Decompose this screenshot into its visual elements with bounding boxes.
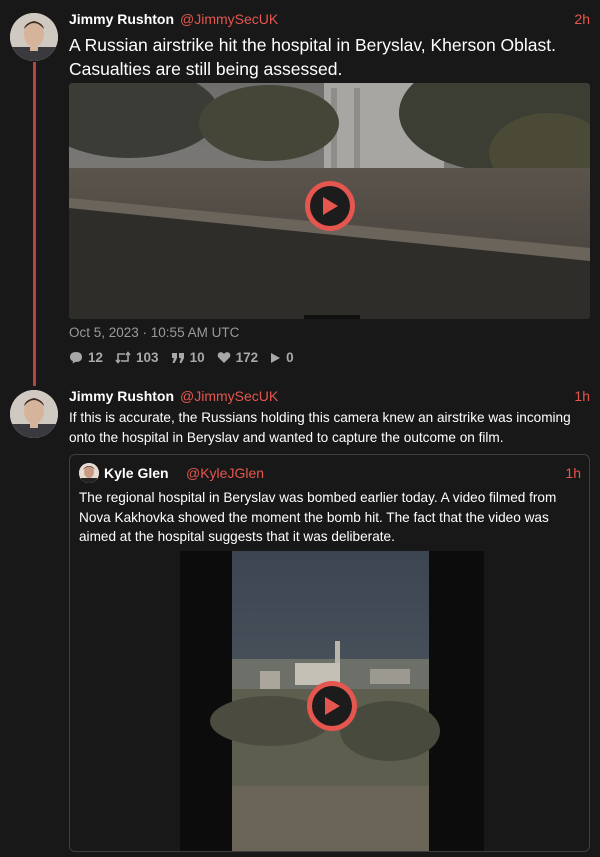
quoted-tweet[interactable]: Kyle Glen @KyleJGlen 1h The regional hos… — [69, 454, 590, 852]
quote-text: The regional hospital in Beryslav was bo… — [79, 490, 557, 544]
like-icon — [217, 351, 231, 364]
play-icon — [323, 197, 338, 215]
tweet-date[interactable]: Oct 5, 2023 · 10:55 AM UTC — [69, 325, 239, 340]
quote-video-player[interactable] — [180, 551, 484, 851]
quote-icon — [171, 352, 185, 364]
tweet-time[interactable]: 2h — [574, 11, 590, 27]
tweet-text: A Russian airstrike hit the hospital in … — [69, 35, 556, 79]
tweet-time[interactable]: 1h — [574, 388, 590, 404]
video-player[interactable] — [69, 83, 590, 319]
retweet-count: 103 — [136, 350, 159, 365]
reply-icon — [69, 351, 83, 364]
tweet-text: If this is accurate, the Russians holdin… — [69, 410, 571, 445]
quote-time[interactable]: 1h — [565, 465, 581, 481]
quote-avatar[interactable] — [79, 463, 99, 483]
author-name[interactable]: Jimmy Rushton — [69, 11, 174, 27]
author-name[interactable]: Jimmy Rushton — [69, 388, 174, 404]
quote-author-name[interactable]: Kyle Glen — [104, 465, 169, 481]
views-icon — [270, 352, 281, 364]
play-button[interactable] — [305, 181, 355, 231]
tweet-stats: 12 103 10 172 0 — [69, 350, 306, 365]
quote-stat[interactable]: 10 — [171, 350, 205, 365]
views-stat[interactable]: 0 — [270, 350, 294, 365]
reply-count: 12 — [88, 350, 104, 365]
like-count: 172 — [235, 350, 259, 365]
play-icon — [325, 697, 340, 715]
like-stat[interactable]: 172 — [217, 350, 259, 365]
avatar[interactable] — [10, 13, 58, 61]
quote-count: 10 — [189, 350, 205, 365]
views-count: 0 — [286, 350, 294, 365]
quote-author-handle[interactable]: @KyleJGlen — [186, 465, 264, 481]
quote-play-button[interactable] — [307, 681, 357, 731]
thread-connector — [33, 62, 36, 386]
author-handle[interactable]: @JimmySecUK — [180, 11, 278, 27]
avatar[interactable] — [10, 390, 58, 438]
retweet-icon — [115, 351, 131, 364]
retweet-stat[interactable]: 103 — [115, 350, 159, 365]
author-handle[interactable]: @JimmySecUK — [180, 388, 278, 404]
reply-stat[interactable]: 12 — [69, 350, 103, 365]
